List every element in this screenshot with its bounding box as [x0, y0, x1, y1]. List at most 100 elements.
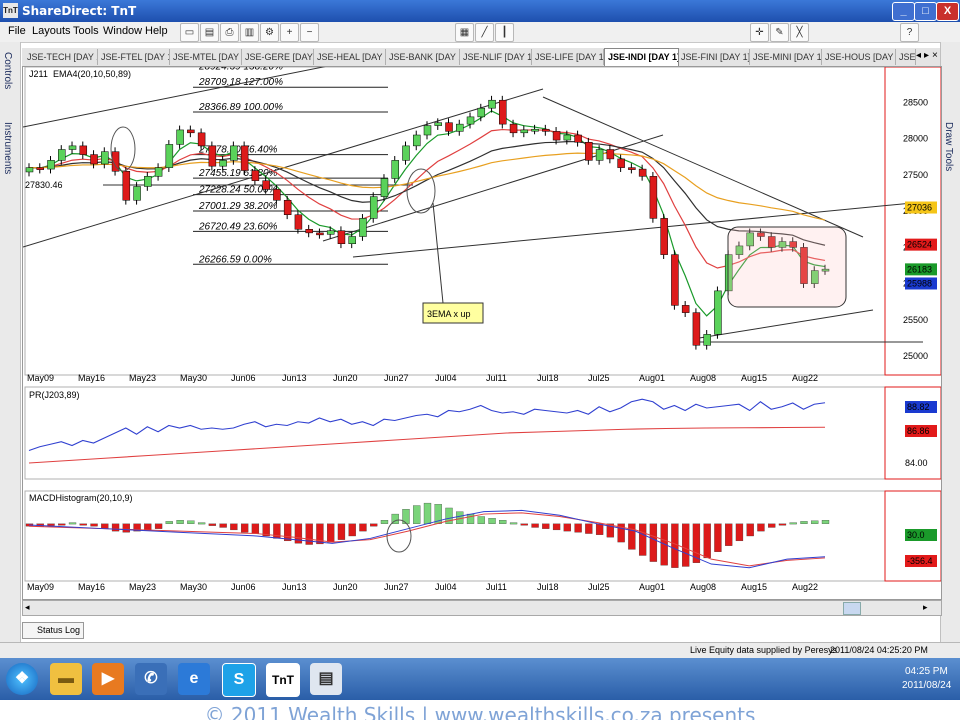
media-player-icon[interactable]: ▶ [92, 663, 124, 695]
tab-jse[interactable]: JSE [896, 49, 916, 65]
window-title-bar: TnT ShareDirect: TnT _ □ X [0, 0, 960, 22]
candle-body [187, 129, 195, 134]
x-label-main: Aug15 [741, 373, 767, 383]
minimize-button[interactable]: _ [892, 2, 915, 21]
x-label-macd: Jul04 [435, 582, 457, 592]
tab-jse-hous[interactable]: JSE-HOUS [DAY 1] [822, 49, 896, 65]
scroll-right-icon[interactable]: ▸ [923, 602, 933, 612]
candle-body [509, 123, 518, 134]
macd-bar [595, 523, 604, 535]
x-label-macd: Jul11 [486, 582, 507, 592]
candle-body [585, 142, 593, 161]
x-label-main: Aug08 [690, 373, 716, 383]
macd-bar [413, 505, 421, 524]
macd-bar [240, 523, 249, 533]
chart-area[interactable]: 2850028000275002700026500260002550025000… [22, 62, 942, 600]
controls-tab[interactable]: Controls [2, 52, 13, 89]
skype-icon[interactable]: S [222, 663, 256, 697]
chart-svg[interactable]: 2850028000275002700026500260002550025000… [22, 62, 942, 599]
chart-icon[interactable]: ▥ [240, 23, 259, 42]
menu-layouts[interactable]: Layouts [32, 25, 71, 37]
y-tick-label: 28000 [903, 134, 928, 144]
candle-body [563, 134, 572, 141]
x-label-main: Aug22 [792, 373, 818, 383]
tab-scroll-left-icon[interactable]: ◂ [916, 50, 921, 61]
folder-icon[interactable]: ▬ [50, 663, 82, 695]
macd-bar [58, 523, 66, 526]
help-icon[interactable]: ? [900, 23, 919, 42]
tab-jse-nlif[interactable]: JSE-NLIF [DAY 1] [460, 49, 532, 65]
tab-jse-mini[interactable]: JSE-MINI [DAY 1] [750, 49, 822, 65]
start-orb-icon[interactable]: ❖ [6, 663, 38, 695]
tab-jse-fini[interactable]: JSE-FINI [DAY 1] [678, 49, 750, 65]
price-label: 25988 [907, 278, 932, 288]
new-layout-icon[interactable]: ▭ [180, 23, 199, 42]
macd-bar [79, 523, 87, 526]
settings-icon[interactable]: ⚙ [260, 23, 279, 42]
macd-bar [251, 523, 260, 534]
clock-time[interactable]: 04:25 PM [905, 666, 948, 677]
main-panel-label: J211 [29, 69, 48, 79]
draw-tools-tab[interactable]: Draw Tools [943, 122, 954, 171]
y-tick-label: 25500 [903, 315, 928, 325]
tab-jse-gere[interactable]: JSE-GERE [DAY 1] [242, 49, 314, 65]
menu-file[interactable]: File [8, 25, 26, 37]
status-log-tab[interactable]: Status Log [22, 622, 84, 639]
fib-level-label: 26720.49 23.60% [198, 221, 278, 232]
fib-level-label: 26266.59 0.00% [198, 254, 272, 265]
print-icon[interactable]: ⎙ [220, 23, 239, 42]
scroll-thumb[interactable] [843, 602, 861, 615]
x-label-macd: Jun13 [282, 582, 307, 592]
fib-level-label: 28924.39 138.20% [198, 67, 283, 73]
tab-jse-life[interactable]: JSE-LIFE [DAY 1] [532, 49, 604, 65]
macd-bar [197, 522, 206, 525]
status-bar: Live Equity data supplied by Peresys 201… [0, 642, 960, 659]
tab-jse-heal[interactable]: JSE-HEAL [DAY 1] [314, 49, 386, 65]
candle-body [144, 176, 152, 187]
ruler-icon[interactable]: ╳ [790, 23, 809, 42]
close-button[interactable]: X [936, 2, 959, 21]
x-label-main: May23 [129, 373, 156, 383]
panel-frame-1 [24, 386, 886, 480]
line-chart-icon[interactable]: ╱ [475, 23, 494, 42]
zoom-out-icon[interactable]: − [300, 23, 319, 42]
menu-help[interactable]: Help [145, 25, 168, 37]
chart-scrollbar[interactable]: ◂ ▸ [22, 600, 942, 616]
drawing-icon[interactable]: ✎ [770, 23, 789, 42]
status-timestamp: 2011/08/24 04:25:20 PM [830, 645, 928, 655]
tnt-icon[interactable]: TnT [266, 663, 300, 697]
instruments-tab[interactable]: Instruments [2, 122, 13, 174]
tab-jse-mtel[interactable]: JSE-MTEL [DAY 1] [170, 49, 242, 65]
candle-chart-icon[interactable]: ┃ [495, 23, 514, 42]
y-tick-label: 25000 [903, 351, 928, 361]
menu-tools[interactable]: Tools [73, 25, 99, 37]
ie-icon[interactable]: e [178, 663, 210, 695]
crosshair-icon[interactable]: ✛ [750, 23, 769, 42]
chart-tab-bar: JSE-TECH [DAY 1] JSE-FTEL [DAY 1] JSE-MTEL… [22, 48, 940, 67]
save-icon[interactable]: ▤ [200, 23, 219, 42]
clock-date[interactable]: 2011/08/24 [902, 680, 951, 691]
macd-value-label: -356.4 [907, 556, 933, 566]
candle-body [165, 144, 174, 168]
tab-jse-ftel[interactable]: JSE-FTEL [DAY 1] [98, 49, 170, 65]
zoom-in-icon[interactable]: + [280, 23, 299, 42]
macd-bar [520, 523, 528, 526]
tab-close-icon[interactable]: × [932, 50, 938, 61]
x-label-macd: Aug08 [690, 582, 716, 592]
macd-bar [649, 523, 658, 562]
tab-scroll-right-icon[interactable]: ▸ [924, 50, 929, 61]
maximize-button[interactable]: □ [914, 2, 937, 21]
menu-window[interactable]: Window [103, 25, 142, 37]
bar-chart-icon[interactable]: ▦ [455, 23, 474, 42]
candle-body [456, 123, 464, 132]
candle-body [197, 132, 206, 147]
tab-jse-indi[interactable]: JSE-INDI [DAY 1] [604, 48, 679, 67]
tab-jse-bank[interactable]: JSE-BANK [DAY 1] [386, 49, 460, 65]
annotation-label: 3EMA x up [427, 309, 471, 319]
mobile-icon[interactable]: ✆ [135, 663, 167, 695]
scroll-left-icon[interactable]: ◂ [25, 602, 35, 612]
candle-body [660, 218, 668, 255]
document-icon[interactable]: ▤ [310, 663, 342, 695]
tab-jse-tech[interactable]: JSE-TECH [DAY 1] [24, 49, 98, 65]
candle-body [79, 145, 88, 155]
